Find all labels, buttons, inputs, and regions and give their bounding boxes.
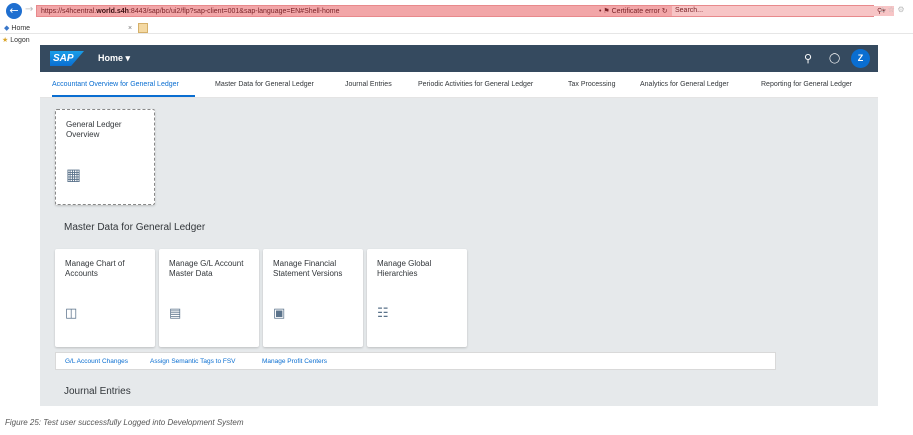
- anchor-navigation-bar: Accountant Overview for General Ledger M…: [40, 72, 878, 98]
- tile-manage-gl-account-master-data[interactable]: Manage G/L Account Master Data ▤: [159, 249, 259, 347]
- favorites-star-icon[interactable]: ⌂ ☆ ⚙: [880, 5, 905, 14]
- link-manage-profit-centers[interactable]: Manage Profit Centers: [262, 357, 327, 366]
- tile-manage-chart-of-accounts[interactable]: Manage Chart of Accounts ◫: [55, 249, 155, 347]
- url-field[interactable]: https://s4hcentral.world.s4h:8443/sap/bc…: [36, 5, 894, 17]
- close-icon[interactable]: ×: [128, 23, 132, 34]
- hierarchy-icon: ☷: [377, 306, 389, 321]
- tab-reporting[interactable]: Reporting for General Ledger: [761, 80, 852, 90]
- tab-journal-entries[interactable]: Journal Entries: [345, 80, 392, 90]
- chart-of-accounts-icon: ◫: [65, 306, 78, 321]
- sap-logo[interactable]: SAP: [50, 51, 84, 66]
- sap-shell-bar: SAP Home ▾ ⚲ ◯ Z: [40, 45, 878, 72]
- active-tab-indicator: [52, 95, 195, 97]
- tile-title: Manage Chart of Accounts: [65, 259, 125, 278]
- link-gl-account-changes[interactable]: G/L Account Changes: [65, 357, 128, 366]
- tile-title: Manage Financial Statement Versions: [273, 259, 343, 278]
- tile-general-ledger-overview[interactable]: General Ledger Overview ▦: [55, 109, 155, 205]
- launchpad-content: General Ledger Overview ▦ Master Data fo…: [40, 98, 878, 406]
- tile-title: Manage G/L Account Master Data: [169, 259, 244, 278]
- browser-search-input[interactable]: Search...: [672, 6, 894, 16]
- page-root: ← → https://s4hcentral.world.s4h:8443/sa…: [0, 0, 913, 435]
- link-assign-semantic-tags[interactable]: Assign Semantic Tags to FSV: [150, 357, 236, 366]
- account-master-icon: ▤: [169, 306, 182, 321]
- url-text: https://s4hcentral.world.s4h:8443/sap/bc…: [41, 8, 340, 15]
- tile-manage-global-hierarchies[interactable]: Manage Global Hierarchies ☷: [367, 249, 467, 347]
- forward-arrow-icon[interactable]: →: [25, 4, 33, 15]
- search-icon[interactable]: ⚲: [804, 52, 812, 65]
- avatar[interactable]: Z: [851, 49, 870, 68]
- certificate-error[interactable]: • ⚑ Certificate error ↻: [599, 6, 668, 17]
- star-icon: ★: [2, 36, 9, 44]
- tab-title: Home: [11, 25, 31, 32]
- browser-tab[interactable]: ◆ Home ×: [0, 23, 140, 34]
- favorites-bar: ★ Logon: [0, 35, 913, 45]
- figure-caption: Figure 25: Test user successfully Logged…: [5, 418, 244, 427]
- home-menu-button[interactable]: Home ▾: [98, 52, 130, 65]
- tab-periodic-activities[interactable]: Periodic Activities for General Ledger: [418, 80, 533, 90]
- tile-title: General Ledger Overview: [66, 120, 122, 139]
- tile-title: Manage Global Hierarchies: [377, 259, 432, 278]
- tab-analytics[interactable]: Analytics for General Ledger: [640, 80, 729, 90]
- new-tab-button[interactable]: [138, 23, 148, 33]
- notification-bell-icon[interactable]: ◯: [829, 52, 840, 65]
- favorite-logon[interactable]: Logon: [10, 37, 29, 44]
- tab-accountant-overview[interactable]: Accountant Overview for General Ledger: [52, 80, 179, 90]
- tab-favicon-icon: ◆: [4, 24, 10, 32]
- back-arrow-icon[interactable]: ←: [6, 3, 22, 19]
- browser-address-bar: ← → https://s4hcentral.world.s4h:8443/sa…: [0, 0, 913, 22]
- tab-tax-processing[interactable]: Tax Processing: [568, 80, 615, 90]
- browser-tab-bar: ◆ Home ×: [0, 22, 913, 34]
- overview-grid-icon: ▦: [66, 165, 82, 184]
- link-tiles-bar: G/L Account Changes Assign Semantic Tags…: [55, 352, 776, 370]
- tab-master-data[interactable]: Master Data for General Ledger: [215, 80, 314, 90]
- tile-manage-financial-statement-versions[interactable]: Manage Financial Statement Versions ▣: [263, 249, 363, 347]
- section-title-journal-entries: Journal Entries: [64, 386, 131, 397]
- section-title-master-data: Master Data for General Ledger: [64, 222, 206, 233]
- financial-statement-icon: ▣: [273, 306, 286, 321]
